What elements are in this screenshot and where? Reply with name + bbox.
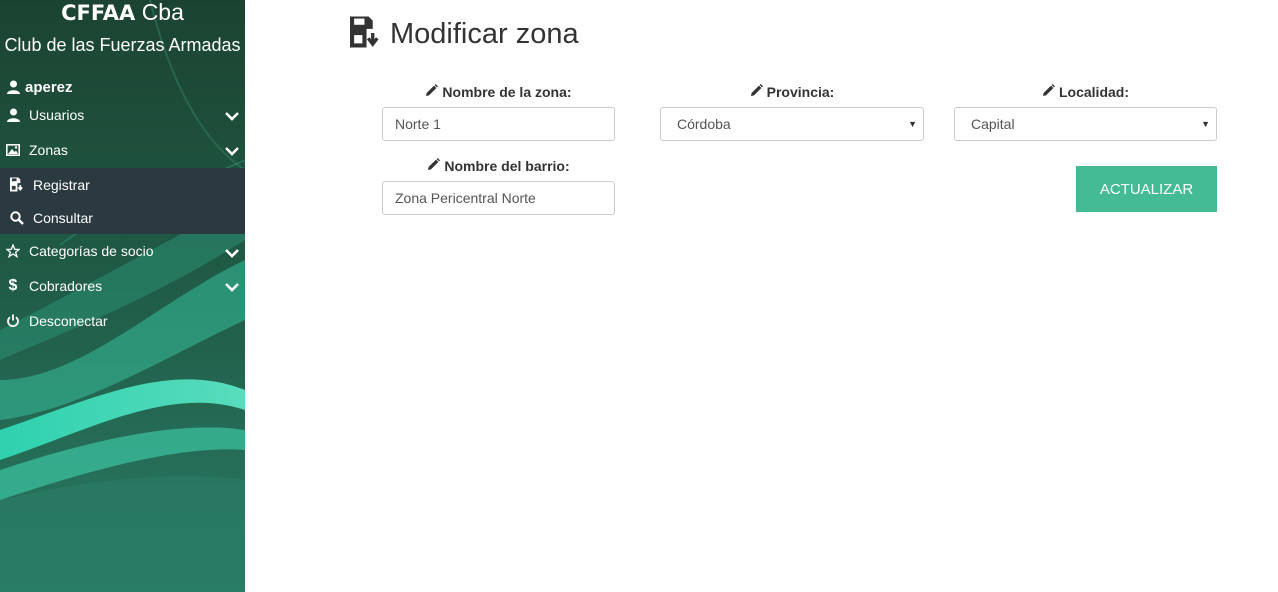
chevron-down-icon bbox=[225, 143, 239, 159]
chevron-down-icon bbox=[225, 279, 239, 295]
brand-title-bold: CFFAA bbox=[61, 1, 136, 25]
field-nombre-zona: Nombre de la zona: bbox=[382, 83, 615, 101]
sidebar-item-registrar[interactable]: Registrar bbox=[0, 168, 245, 201]
field-label: Localidad: bbox=[954, 83, 1217, 101]
label-nombre-barrio: Nombre del barrio: bbox=[444, 158, 570, 174]
dollar-icon: $ bbox=[8, 276, 18, 294]
localidad-select[interactable]: Capital ▼ bbox=[954, 107, 1217, 141]
caret-down-icon: ▼ bbox=[1201, 119, 1210, 129]
save-download-icon bbox=[350, 16, 381, 53]
main-content: Modificar zona Nombre de la zona: Provin… bbox=[245, 0, 1278, 592]
field-provincia: Provincia: bbox=[660, 83, 924, 101]
pencil-icon bbox=[427, 158, 441, 174]
nav-item-usuarios[interactable]: Usuarios bbox=[0, 97, 245, 132]
user-icon bbox=[6, 80, 20, 94]
nombre-barrio-input[interactable] bbox=[382, 181, 615, 215]
power-icon bbox=[6, 314, 20, 328]
brand: CFFAA Cba Club de las Fuerzas Armadas bbox=[0, 0, 245, 56]
page-title-text: Modificar zona bbox=[390, 18, 579, 50]
field-localidad: Localidad: bbox=[954, 83, 1217, 101]
provincia-value: Córdoba bbox=[677, 116, 731, 132]
localidad-value: Capital bbox=[971, 116, 1015, 132]
username: aperez bbox=[25, 78, 73, 96]
page-title: Modificar zona bbox=[350, 16, 579, 53]
nav-item-zonas[interactable]: Zonas bbox=[0, 132, 245, 167]
brand-subtitle: Club de las Fuerzas Armadas bbox=[4, 35, 241, 55]
nav-label-zonas: Zonas bbox=[29, 141, 68, 158]
zonas-submenu: Registrar Consultar bbox=[0, 168, 245, 234]
star-icon bbox=[6, 244, 20, 258]
sidebar-item-consultar[interactable]: Consultar bbox=[0, 201, 245, 234]
nav-item-cobradores[interactable]: $ Cobradores bbox=[0, 268, 245, 303]
nombre-zona-input[interactable] bbox=[382, 107, 615, 141]
save-download-icon bbox=[10, 177, 24, 192]
search-icon bbox=[10, 210, 24, 225]
user-icon bbox=[6, 108, 20, 122]
sidebar: CFFAA Cba Club de las Fuerzas Armadas ap… bbox=[0, 0, 245, 592]
pencil-icon bbox=[1042, 84, 1055, 100]
nav-label-desconectar: Desconectar bbox=[29, 312, 108, 329]
current-user: aperez bbox=[0, 77, 245, 97]
nav-item-desconectar[interactable]: Desconectar bbox=[0, 303, 245, 338]
provincia-select[interactable]: Córdoba ▼ bbox=[660, 107, 924, 141]
nav-label-categorias: Categorías de socio bbox=[29, 243, 154, 259]
nav-label-usuarios: Usuarios bbox=[29, 106, 85, 123]
pencil-icon bbox=[425, 84, 439, 100]
nav-item-categorias[interactable]: Categorías de socio bbox=[0, 234, 245, 268]
actualizar-button[interactable]: ACTUALIZAR bbox=[1076, 166, 1217, 212]
sub-label-consultar: Consultar bbox=[33, 209, 93, 226]
label-provincia: Provincia: bbox=[766, 84, 835, 100]
field-label: Provincia: bbox=[660, 83, 924, 101]
label-nombre-zona: Nombre de la zona: bbox=[442, 84, 572, 100]
brand-title-rest: Cba bbox=[141, 0, 184, 25]
caret-down-icon: ▼ bbox=[908, 119, 917, 129]
brand-title: CFFAA Cba bbox=[0, 0, 245, 26]
field-label: Nombre del barrio: bbox=[382, 157, 615, 175]
chevron-down-icon bbox=[225, 245, 239, 261]
picture-icon bbox=[6, 143, 20, 157]
chevron-down-icon bbox=[225, 108, 239, 124]
sub-label-registrar: Registrar bbox=[33, 176, 90, 193]
field-nombre-barrio: Nombre del barrio: bbox=[382, 157, 615, 175]
label-localidad: Localidad: bbox=[1058, 84, 1129, 100]
field-label: Nombre de la zona: bbox=[382, 83, 615, 101]
nav-label-cobradores: Cobradores bbox=[29, 277, 103, 294]
pencil-icon bbox=[750, 84, 763, 100]
